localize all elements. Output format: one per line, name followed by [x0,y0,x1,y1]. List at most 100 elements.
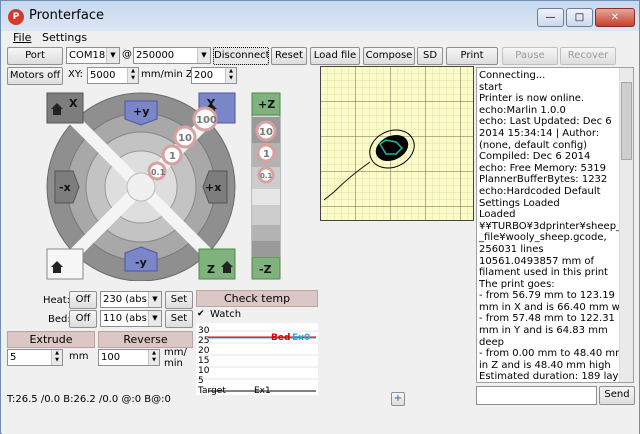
heat-off-button[interactable]: Off [69,291,97,309]
xy-speed-label: XY: [68,69,83,80]
bed-label: Bed: [48,314,71,325]
command-input[interactable] [476,386,597,405]
close-button[interactable]: ✕ [595,8,635,27]
log-line: (none, default config) [479,139,588,151]
log-line: Printer is now online. [479,93,585,105]
log-line: Loaded [479,209,516,221]
z-step-01-label: 0.1 [260,172,273,180]
z-jog-control[interactable]: +Z -Z 10 1 0.1 [250,91,282,281]
status-text: T:26.5 /0.0 B:26.2 /0.0 @:0 B@:0 [7,394,171,405]
bottom-strip [2,409,639,434]
chevron-down-icon: ▼ [106,48,119,63]
build-plate-preview [320,66,474,221]
xy-speed-input[interactable]: 5000 ▲ ▼ [87,67,139,84]
heat-label: Heat: [43,295,71,306]
add-panel-button[interactable]: + [391,392,405,406]
log-line: deep [479,336,504,348]
log-line: in Z and is 48.40 mm high [479,359,611,371]
xy-speed-value: 5000 [90,70,116,81]
sd-button[interactable]: SD [417,47,443,65]
extrude-speed-unit-2: min [164,358,183,369]
log-line: filament used in this print [479,267,608,279]
motors-off-button[interactable]: Motors off [7,67,63,85]
temperature-graph-canvas: 30 25 20 15 10 5 Bed Ex0 Target Ex1 [196,326,318,396]
z-speed-input[interactable]: 200 ▲ ▼ [191,67,237,84]
log-line: - from 57.48 mm to 122.31 [479,313,615,325]
at-label: @ [122,49,132,60]
log-line: echo: Free Memory: 5319 [479,162,606,174]
build-plate-canvas [320,66,474,221]
spin-arrows-icon: ▲ ▼ [127,68,138,83]
menu-settings[interactable]: Settings [42,31,87,44]
graph-y-tick: 25 [198,336,209,346]
reverse-button[interactable]: Reverse [98,331,193,348]
print-button[interactable]: Print [446,47,498,65]
heat-set-button[interactable]: Set [165,291,193,309]
check-temp-button[interactable]: Check temp [196,290,318,307]
extrude-length-input[interactable]: 5 ▲ ▼ [7,349,63,366]
log-scrollbar[interactable] [619,68,633,382]
graph-y-tick: 20 [198,346,210,356]
extrude-button[interactable]: Extrude [7,331,95,348]
log-line: 2014 15:34:14 | Author: [479,127,600,139]
disconnect-button[interactable]: Disconnect [213,47,269,65]
send-button[interactable]: Send [599,386,635,405]
compose-button[interactable]: Compose [363,47,415,65]
log-line: Settings Loaded [479,197,560,209]
maximize-button[interactable]: □ [566,8,593,27]
pause-button[interactable]: Pause [502,47,558,65]
log-console[interactable]: Connecting... start Printer is now online.… [476,67,634,383]
log-scrollbar-thumb[interactable] [621,82,632,160]
log-line: 256031 lines [479,243,544,255]
speed-unit-label: mm/min Z: [141,69,197,80]
z-step-10-label: 10 [259,127,273,138]
extrude-speed-input[interactable]: 100 ▲ ▼ [98,349,160,366]
extrude-speed-value: 100 [101,352,121,363]
log-line: echo:Hardcoded Default [479,185,601,197]
minus-y-label: -y [135,256,147,269]
log-line: 10561.0493857 mm of [479,255,595,267]
plus-y-label: +y [133,105,149,118]
graph-legend-ex0: Ex0 [292,333,310,343]
port-select[interactable]: COM18 ▼ [66,47,120,64]
app-window: P Pronterface — □ ✕ File Settings Port C… [0,0,640,434]
plus-x-label: +x [205,181,221,194]
graph-y-tick: 30 [198,326,210,336]
home-all-button[interactable] [46,248,84,280]
recover-button[interactable]: Recover [560,47,616,65]
extrude-length-unit: mm [69,351,89,362]
extrude-length-value: 5 [10,352,17,363]
chevron-down-icon: ▼ [148,292,161,307]
status-bar: T:26.5 /0.0 B:26.2 /0.0 @:0 B@:0 + [2,392,472,407]
bed-off-button[interactable]: Off [69,310,97,328]
menu-file[interactable]: File [13,31,31,44]
log-line: The print goes: [479,278,555,290]
baud-select[interactable]: 250000 ▼ [133,47,211,64]
heat-value: 230 (abs) [103,294,151,305]
chevron-down-icon: ▼ [197,48,210,63]
graph-y-tick: 5 [198,376,204,386]
menu-bar: File Settings [2,31,639,45]
load-file-button[interactable]: Load file [310,47,360,65]
spin-arrows-icon: ▲ ▼ [51,350,62,365]
reset-button[interactable]: Reset [271,47,307,65]
xy-jog-control[interactable]: X Y Z +y -y -x +x 100 10 1 0.1 [45,91,237,281]
bed-select[interactable]: 110 (abs) ▼ [100,310,162,327]
log-line: - from 56.79 mm to 123.19 [479,290,615,302]
port-value: COM18 [69,50,106,61]
heat-select[interactable]: 230 (abs) ▼ [100,291,162,308]
z-minus-label: -Z [259,263,272,276]
port-button[interactable]: Port [7,47,63,65]
log-line: _file¥wooly_sheep.gcode, [479,232,607,244]
chevron-down-icon: ▼ [148,311,161,326]
log-line: mm in X and is 66.40 mm wide [479,301,619,313]
log-line: ¥¥TURBO¥3dprinter¥sheep_stl [479,220,619,232]
minimize-button[interactable]: — [537,8,564,27]
watch-checkbox[interactable]: ✔ [197,309,207,319]
title-bar: P Pronterface — □ ✕ [1,1,639,31]
bed-value: 110 (abs) [103,313,151,324]
log-lines: Connecting... start Printer is now online.… [479,70,619,383]
bed-set-button[interactable]: Set [165,310,193,328]
home-z-label: Z [207,263,215,276]
z-plus-label: +Z [258,98,275,111]
